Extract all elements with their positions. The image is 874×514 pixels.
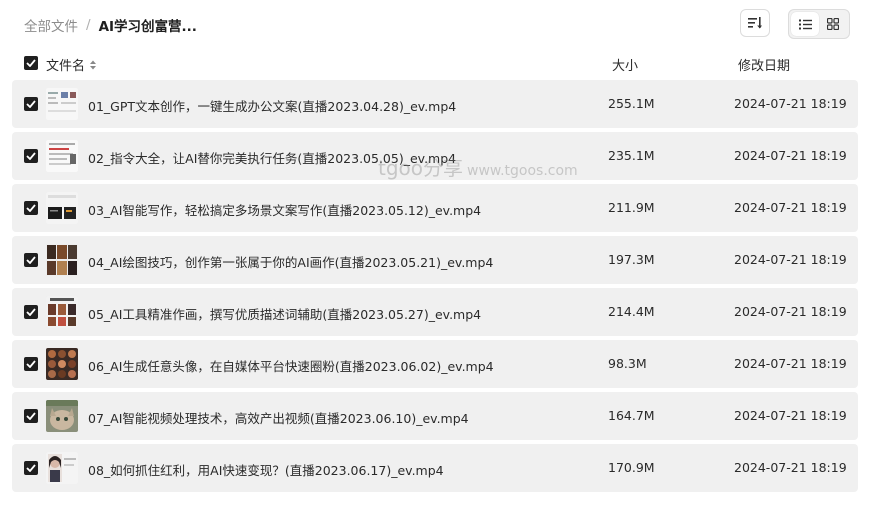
breadcrumb-root-link[interactable]: 全部文件 (24, 15, 78, 35)
breadcrumb: 全部文件 / AI学习创富营... (24, 15, 197, 35)
check-icon (26, 360, 36, 368)
file-name[interactable]: 05_AI工具精准作画，撰写优质描述词辅助(直播2023.05.27)_ev.m… (88, 304, 481, 323)
file-size: 211.9M (608, 200, 655, 215)
file-size: 197.3M (608, 252, 655, 267)
image-grid-thumbnail (46, 296, 78, 328)
file-row[interactable]: 06_AI生成任意头像，在自媒体平台快速圈粉(直播2023.06.02)_ev.… (12, 340, 858, 388)
portrait-thumbnail (46, 452, 78, 484)
column-header-name[interactable]: 文件名 (46, 55, 97, 74)
row-checkbox[interactable] (24, 305, 38, 319)
file-date: 2024-07-21 18:19 (734, 200, 847, 215)
file-date: 2024-07-21 18:19 (734, 148, 847, 163)
check-icon (26, 152, 36, 160)
column-header-size[interactable]: 大小 (612, 55, 638, 74)
file-size: 170.9M (608, 460, 655, 475)
select-all-checkbox[interactable] (24, 56, 38, 70)
file-date: 2024-07-21 18:19 (734, 252, 847, 267)
row-checkbox[interactable] (24, 409, 38, 423)
file-date: 2024-07-21 18:19 (734, 304, 847, 319)
column-header-date[interactable]: 修改日期 (738, 55, 790, 74)
avatar-grid-thumbnail (46, 348, 78, 380)
row-checkbox[interactable] (24, 97, 38, 111)
file-list-header: 文件名 大小 修改日期 (12, 50, 858, 78)
breadcrumb-separator: / (86, 17, 91, 33)
list-view-icon (798, 19, 812, 29)
check-icon (26, 464, 36, 472)
list-view-button[interactable] (791, 12, 819, 36)
file-row[interactable]: 08_如何抓住红利，用AI快速变现？(直播2023.06.17)_ev.mp4 … (12, 444, 858, 492)
check-icon (26, 412, 36, 420)
check-icon (26, 256, 36, 264)
file-size: 255.1M (608, 96, 655, 111)
file-list: 01_GPT文本创作，一键生成办公文案(直播2023.04.28)_ev.mp4… (12, 80, 858, 496)
file-row[interactable]: 02_指令大全，让AI替你完美执行任务(直播2023.05.05)_ev.mp4… (12, 132, 858, 180)
check-icon (26, 308, 36, 316)
file-date: 2024-07-21 18:19 (734, 96, 847, 111)
file-row[interactable]: 05_AI工具精准作画，撰写优质描述词辅助(直播2023.05.27)_ev.m… (12, 288, 858, 336)
screen-thumbnail (46, 192, 78, 224)
file-name[interactable]: 04_AI绘图技巧，创作第一张属于你的AI画作(直播2023.05.21)_ev… (88, 252, 493, 271)
file-size: 98.3M (608, 356, 647, 371)
file-row[interactable]: 07_AI智能视频处理技术，高效产出视频(直播2023.06.10)_ev.mp… (12, 392, 858, 440)
row-checkbox[interactable] (24, 201, 38, 215)
file-row[interactable]: 01_GPT文本创作，一键生成办公文案(直播2023.04.28)_ev.mp4… (12, 80, 858, 128)
file-name[interactable]: 08_如何抓住红利，用AI快速变现？(直播2023.06.17)_ev.mp4 (88, 460, 444, 479)
file-name[interactable]: 02_指令大全，让AI替你完美执行任务(直播2023.05.05)_ev.mp4 (88, 148, 456, 167)
file-name[interactable]: 07_AI智能视频处理技术，高效产出视频(直播2023.06.10)_ev.mp… (88, 408, 469, 427)
sort-button[interactable] (740, 9, 770, 37)
row-checkbox[interactable] (24, 357, 38, 371)
sort-lines-icon (748, 17, 762, 29)
file-size: 214.4M (608, 304, 655, 319)
file-size: 235.1M (608, 148, 655, 163)
row-checkbox[interactable] (24, 253, 38, 267)
file-row[interactable]: 03_AI智能写作，轻松搞定多场景文案写作(直播2023.05.12)_ev.m… (12, 184, 858, 232)
document-thumbnail (46, 88, 78, 120)
view-toggle (788, 9, 850, 39)
top-bar: 全部文件 / AI学习创富营... (0, 0, 874, 48)
column-name-label: 文件名 (46, 59, 86, 74)
check-icon (26, 204, 36, 212)
file-name[interactable]: 01_GPT文本创作，一键生成办公文案(直播2023.04.28)_ev.mp4 (88, 96, 456, 115)
file-name[interactable]: 06_AI生成任意头像，在自媒体平台快速圈粉(直播2023.06.02)_ev.… (88, 356, 494, 375)
breadcrumb-current-folder: AI学习创富营... (98, 19, 197, 35)
file-date: 2024-07-21 18:19 (734, 408, 847, 423)
file-date: 2024-07-21 18:19 (734, 356, 847, 371)
row-checkbox[interactable] (24, 461, 38, 475)
image-grid-thumbnail (46, 244, 78, 276)
document-thumbnail (46, 140, 78, 172)
check-icon (26, 100, 36, 108)
grid-view-icon (827, 18, 839, 30)
grid-view-button[interactable] (819, 12, 847, 36)
file-name[interactable]: 03_AI智能写作，轻松搞定多场景文案写作(直播2023.05.12)_ev.m… (88, 200, 481, 219)
file-row[interactable]: 04_AI绘图技巧，创作第一张属于你的AI画作(直播2023.05.21)_ev… (12, 236, 858, 284)
file-date: 2024-07-21 18:19 (734, 460, 847, 475)
row-checkbox[interactable] (24, 149, 38, 163)
check-icon (26, 59, 36, 67)
sort-updown-icon (90, 60, 97, 69)
file-size: 164.7M (608, 408, 655, 423)
cat-photo-thumbnail (46, 400, 78, 432)
